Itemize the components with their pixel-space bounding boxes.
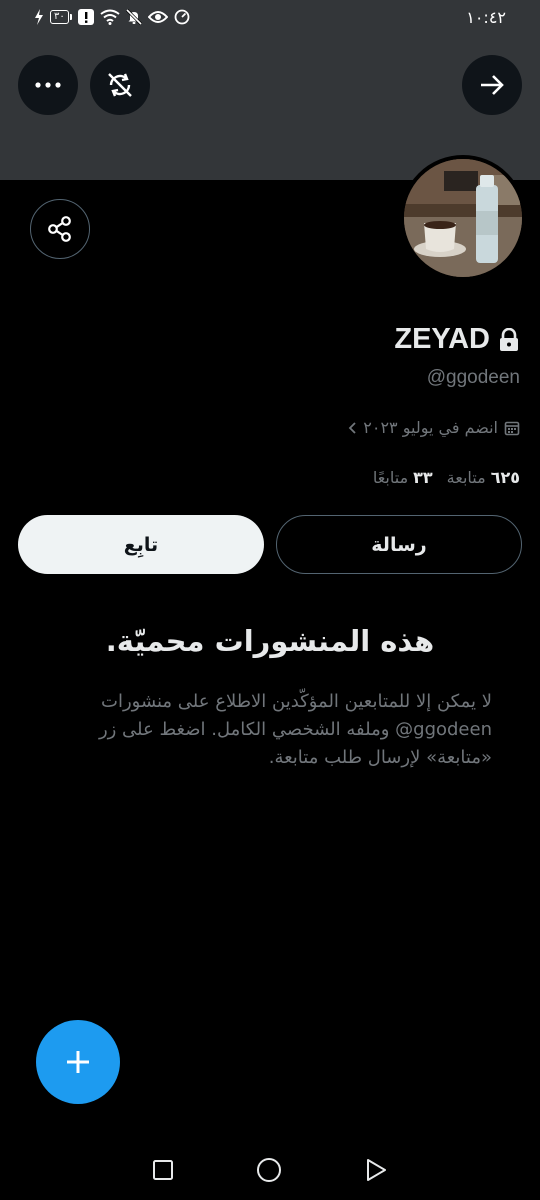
sync-off-icon — [108, 73, 132, 97]
followers-link[interactable]: ٣٣متابعًا — [373, 468, 433, 487]
plus-icon — [67, 1051, 89, 1073]
message-button[interactable]: رسالة — [276, 515, 522, 574]
protected-description: لا يمكن إلا للمتابعين المؤكّدين الاطلاع … — [98, 691, 492, 768]
battery-level: ٣٠ — [50, 10, 69, 24]
chevron-left-icon — [348, 421, 356, 434]
compose-button[interactable] — [36, 1020, 120, 1104]
status-bar: ٣٠ ١٠:٤٢ — [0, 0, 540, 34]
avatar[interactable] — [400, 155, 526, 281]
avatar-photo — [404, 159, 522, 277]
back-nav-icon[interactable] — [364, 1158, 388, 1182]
followers-count: ٣٣ — [413, 468, 433, 487]
battery-icon: ٣٠ — [50, 10, 72, 24]
alert-icon — [77, 9, 94, 25]
share-icon — [48, 216, 71, 242]
status-icons: ٣٠ — [34, 9, 190, 25]
calendar-icon — [504, 421, 520, 435]
wifi-icon — [100, 9, 120, 25]
share-button[interactable] — [30, 199, 90, 259]
followers-label: متابعًا — [372, 468, 409, 487]
eye-icon — [147, 11, 168, 23]
handle: @ggodeen — [426, 367, 520, 388]
sync-off-button[interactable] — [90, 55, 150, 115]
name-row: ZEYAD — [394, 323, 520, 356]
display-name: ZEYAD — [394, 323, 490, 355]
lock-icon — [500, 327, 518, 351]
clock: ١٠:٤٢ — [466, 7, 506, 27]
speed-icon — [174, 9, 190, 25]
follow-counts: ٦٢٥متابعة ٣٣متابعًا — [373, 468, 520, 487]
follow-button[interactable]: تابِع — [18, 515, 264, 574]
more-icon — [35, 82, 61, 88]
more-options-button[interactable] — [18, 55, 78, 115]
recents-icon[interactable] — [152, 1159, 174, 1181]
joined-text: انضم في يوليو ٢٠٢٣ — [363, 418, 498, 437]
protected-title: هذه المنشورات محميّة. — [105, 624, 435, 658]
arrow-right-icon — [481, 75, 504, 95]
system-nav-bar — [0, 1140, 540, 1200]
mute-icon — [125, 9, 142, 25]
following-count: ٦٢٥ — [490, 468, 520, 487]
back-button[interactable] — [462, 55, 522, 115]
charging-icon — [35, 9, 43, 25]
following-label: متابعة — [446, 468, 486, 487]
following-link[interactable]: ٦٢٥متابعة — [447, 468, 520, 487]
joined-date[interactable]: انضم في يوليو ٢٠٢٣ — [347, 418, 520, 437]
home-icon[interactable] — [256, 1157, 282, 1183]
